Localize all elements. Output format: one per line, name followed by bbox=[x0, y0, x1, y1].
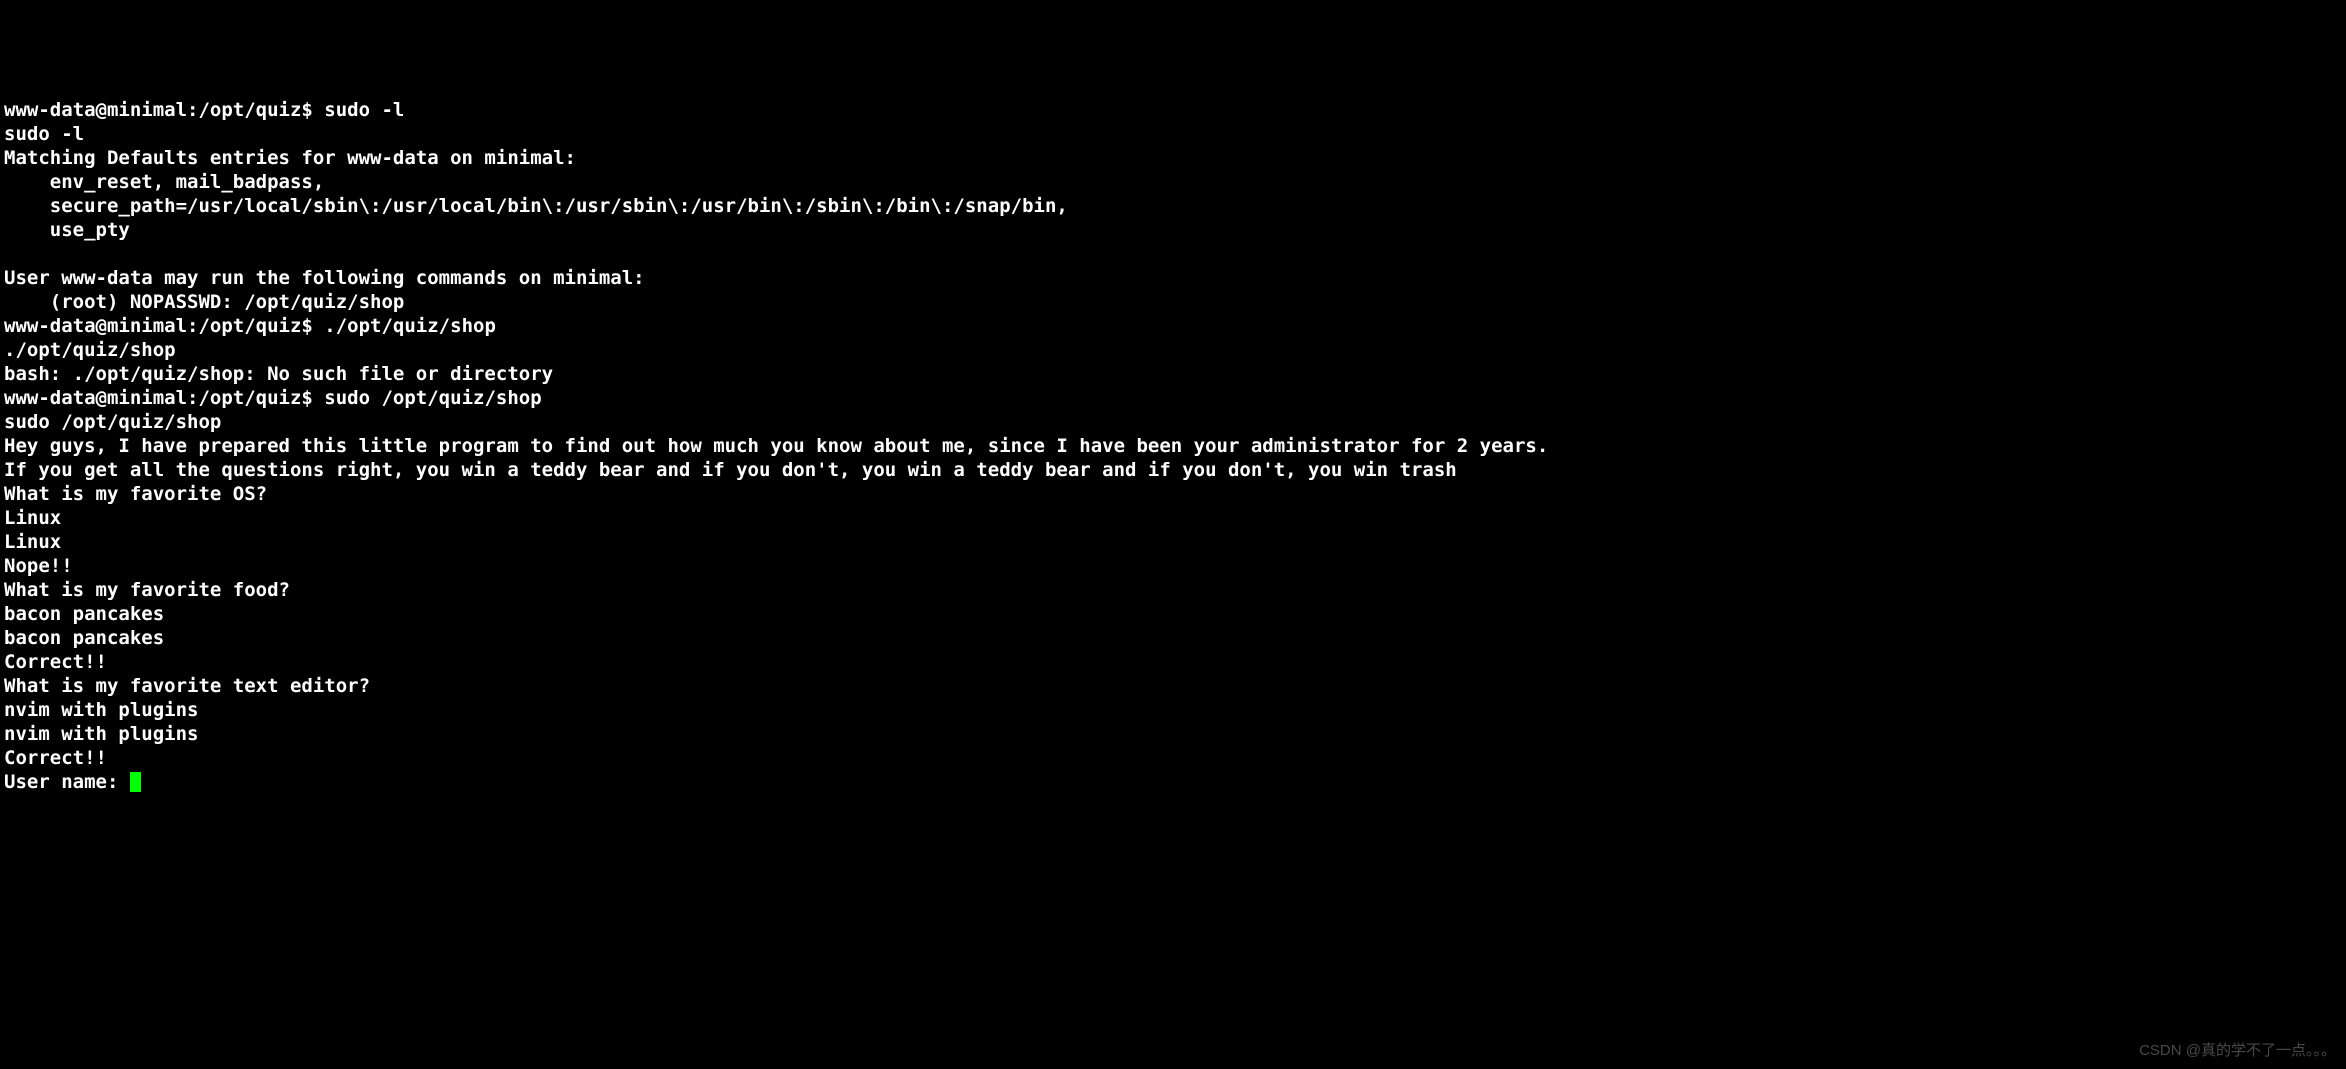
terminal-line: What is my favorite text editor? bbox=[4, 674, 2342, 698]
terminal-line: ./opt/quiz/shop bbox=[4, 338, 2342, 362]
terminal-output[interactable]: www-data@minimal:/opt/quiz$ sudo -lsudo … bbox=[4, 98, 2342, 794]
terminal-line: User www-data may run the following comm… bbox=[4, 266, 2342, 290]
input-prompt-text: User name: bbox=[4, 771, 130, 793]
terminal-line: secure_path=/usr/local/sbin\:/usr/local/… bbox=[4, 194, 2342, 218]
terminal-line: Linux bbox=[4, 506, 2342, 530]
terminal-cursor[interactable] bbox=[130, 772, 141, 792]
terminal-line: env_reset, mail_badpass, bbox=[4, 170, 2342, 194]
shell-command: sudo -l bbox=[324, 99, 404, 121]
terminal-line: Hey guys, I have prepared this little pr… bbox=[4, 434, 2342, 458]
terminal-line: User name: bbox=[4, 770, 2342, 794]
shell-command: ./opt/quiz/shop bbox=[324, 315, 496, 337]
watermark-text: CSDN @真的学不了一点。。。 bbox=[2139, 1039, 2336, 1063]
terminal-line: www-data@minimal:/opt/quiz$ sudo -l bbox=[4, 98, 2342, 122]
terminal-line: What is my favorite food? bbox=[4, 578, 2342, 602]
terminal-line: sudo /opt/quiz/shop bbox=[4, 410, 2342, 434]
terminal-line: www-data@minimal:/opt/quiz$ ./opt/quiz/s… bbox=[4, 314, 2342, 338]
terminal-line: Correct!! bbox=[4, 650, 2342, 674]
terminal-line: use_pty bbox=[4, 218, 2342, 242]
terminal-line: What is my favorite OS? bbox=[4, 482, 2342, 506]
terminal-line: www-data@minimal:/opt/quiz$ sudo /opt/qu… bbox=[4, 386, 2342, 410]
terminal-line: bash: ./opt/quiz/shop: No such file or d… bbox=[4, 362, 2342, 386]
terminal-line: Correct!! bbox=[4, 746, 2342, 770]
shell-command: sudo /opt/quiz/shop bbox=[324, 387, 541, 409]
shell-prompt: www-data@minimal:/opt/quiz$ bbox=[4, 315, 324, 337]
terminal-line: Linux bbox=[4, 530, 2342, 554]
terminal-line: If you get all the questions right, you … bbox=[4, 458, 2342, 482]
terminal-line bbox=[4, 242, 2342, 266]
terminal-line: (root) NOPASSWD: /opt/quiz/shop bbox=[4, 290, 2342, 314]
shell-prompt: www-data@minimal:/opt/quiz$ bbox=[4, 99, 324, 121]
terminal-line: Nope!! bbox=[4, 554, 2342, 578]
terminal-line: bacon pancakes bbox=[4, 626, 2342, 650]
terminal-line: Matching Defaults entries for www-data o… bbox=[4, 146, 2342, 170]
terminal-line: nvim with plugins bbox=[4, 698, 2342, 722]
terminal-line: bacon pancakes bbox=[4, 602, 2342, 626]
terminal-line: sudo -l bbox=[4, 122, 2342, 146]
shell-prompt: www-data@minimal:/opt/quiz$ bbox=[4, 387, 324, 409]
terminal-line: nvim with plugins bbox=[4, 722, 2342, 746]
